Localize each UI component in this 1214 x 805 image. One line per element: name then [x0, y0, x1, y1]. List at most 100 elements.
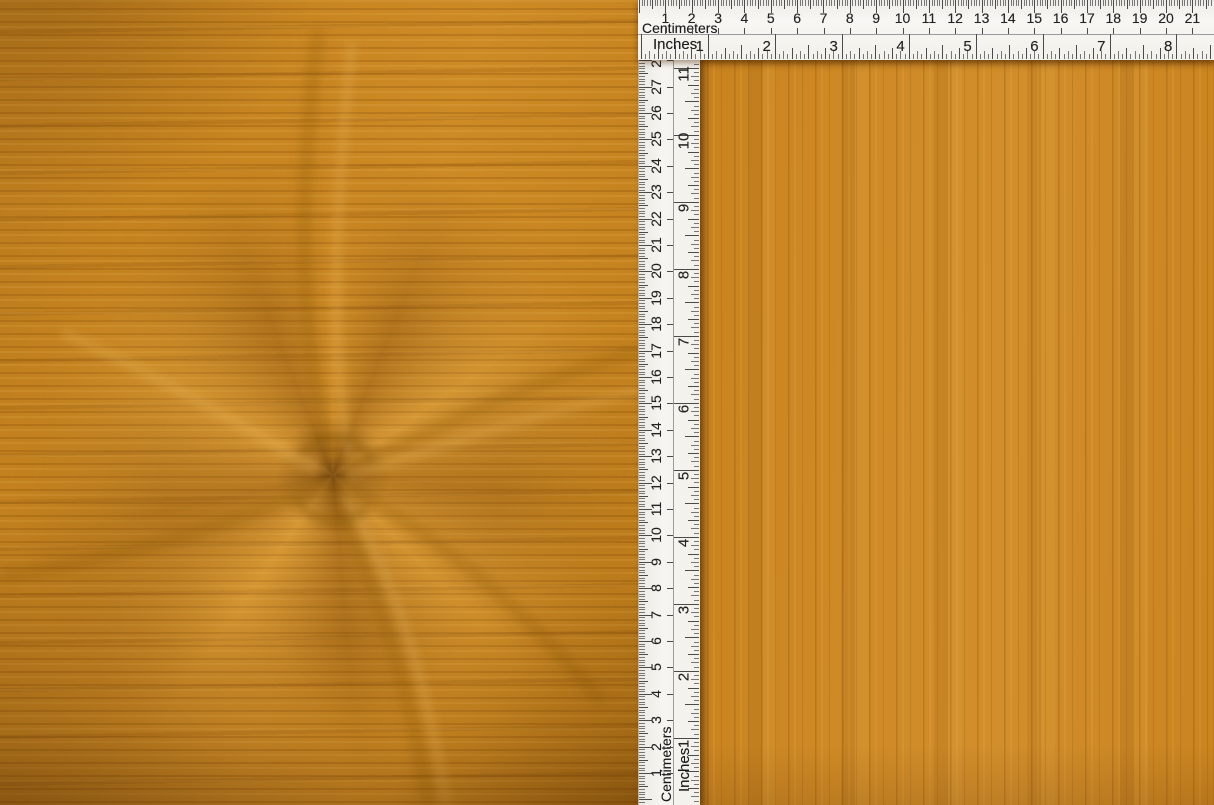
sixteenth-inch-tick: [693, 97, 699, 99]
cm-number: 19: [1131, 10, 1148, 26]
sixteenth-inch-tick: [693, 641, 699, 643]
centimeter-subtick: [667, 641, 673, 642]
sixteenth-inch-tick: [693, 775, 699, 777]
sixteenth-inch-tick: [693, 591, 699, 593]
millimeter-tick: [852, 0, 854, 6]
millimeter-tick: [639, 89, 645, 91]
cm-number: 4: [648, 689, 664, 698]
sixteenth-inch-tick: [728, 53, 730, 59]
sixteenth-inch-tick: [693, 557, 699, 559]
millimeter-tick: [673, 0, 675, 6]
millimeter-tick: [910, 0, 912, 6]
sixteenth-inch-tick: [862, 53, 864, 59]
millimeter-tick: [639, 70, 645, 72]
sixteenth-inch-tick: [693, 122, 699, 124]
sixteenth-inch-tick: [693, 440, 699, 442]
centimeter-subtick: [744, 28, 746, 34]
half-centimeter-tick: [639, 443, 648, 444]
sixteenth-inch-tick: [787, 53, 789, 59]
sixteenth-inch-tick: [693, 716, 699, 718]
millimeter-tick: [639, 501, 645, 503]
millimeter-tick: [639, 65, 645, 67]
vertical-ruler: Centimeters Inches 1 2 3 4 5 6 7 8 9 10 11 12 13 14 15…: [638, 0, 700, 805]
millimeter-tick: [1195, 0, 1196, 6]
millimeter-tick: [639, 326, 645, 328]
millimeter-tick: [1026, 0, 1028, 6]
cm-number: 6: [648, 637, 664, 645]
millimeter-tick: [639, 717, 645, 719]
millimeter-tick: [952, 0, 954, 6]
sixteenth-inch-tick: [693, 340, 699, 341]
millimeter-tick: [639, 128, 645, 130]
millimeter-tick: [639, 316, 645, 318]
sixteenth-inch-tick: [1155, 53, 1157, 59]
millimeter-tick: [1171, 0, 1173, 6]
quarter-inch-tick: [657, 48, 659, 59]
millimeter-tick: [992, 0, 994, 6]
eighth-inch-tick: [733, 51, 734, 59]
quarter-inch-tick: [688, 553, 699, 555]
millimeter-tick: [639, 691, 645, 693]
millimeter-tick: [639, 794, 645, 796]
millimeter-tick: [697, 0, 698, 6]
millimeter-tick: [963, 0, 965, 6]
inch-number: 6: [1030, 38, 1039, 55]
millimeter-tick: [870, 0, 872, 6]
quarter-inch-tick: [758, 48, 760, 59]
sixteenth-inch-tick: [693, 499, 699, 501]
centimeter-subtick: [667, 245, 673, 246]
millimeter-tick: [712, 0, 714, 6]
sixteenth-inch-tick: [693, 750, 699, 752]
millimeter-tick: [778, 0, 780, 6]
centimeter-subtick: [667, 746, 673, 748]
vertical-ruler-centimeters-label: Centimeters: [658, 726, 674, 802]
millimeter-tick: [639, 606, 645, 608]
sixteenth-inch-tick: [693, 273, 699, 274]
millimeter-tick: [639, 477, 645, 479]
cm-number: 9: [872, 10, 881, 26]
millimeter-tick: [1155, 0, 1157, 6]
millimeter-tick: [639, 685, 645, 687]
millimeter-tick: [639, 582, 645, 584]
millimeter-tick: [657, 0, 659, 6]
inch-number: 7: [675, 337, 693, 346]
millimeter-tick: [639, 754, 645, 756]
sixteenth-inch-tick: [812, 53, 814, 59]
millimeter-tick: [668, 0, 669, 6]
centimeter-subtick: [667, 720, 673, 722]
half-inch-tick: [685, 168, 699, 170]
sixteenth-inch-tick: [693, 147, 699, 149]
millimeter-tick: [639, 741, 645, 743]
millimeter-tick: [639, 744, 645, 745]
centimeter-subtick: [667, 350, 673, 352]
half-centimeter-tick: [1152, 0, 1154, 9]
millimeter-tick: [639, 480, 645, 481]
sixteenth-inch-tick: [693, 708, 699, 710]
cm-number: 23: [648, 184, 664, 200]
centimeter-tick: [639, 0, 640, 13]
quarter-inch-tick: [688, 84, 699, 86]
eighth-inch-tick: [691, 360, 699, 362]
inch-number: 10: [675, 132, 693, 150]
sixteenth-inch-tick: [737, 53, 739, 59]
quarter-inch-tick: [688, 386, 699, 387]
millimeter-tick: [639, 221, 645, 223]
millimeter-tick: [1158, 0, 1160, 6]
half-centimeter-tick: [639, 390, 648, 392]
millimeter-tick: [639, 263, 645, 265]
cm-number: 14: [648, 422, 664, 438]
sixteenth-inch-tick: [693, 348, 699, 350]
centimeter-subtick: [667, 588, 673, 590]
cm-number: 17: [1079, 10, 1095, 26]
millimeter-tick: [949, 0, 951, 6]
millimeter-tick: [639, 643, 645, 645]
millimeter-tick: [639, 670, 645, 671]
millimeter-tick: [639, 736, 645, 737]
inch-number: 4: [675, 538, 693, 547]
eighth-inch-tick: [1050, 51, 1052, 59]
sixteenth-inch-tick: [693, 599, 699, 601]
centimeter-subtick: [902, 28, 904, 34]
millimeter-tick: [639, 712, 645, 714]
millimeter-tick: [944, 0, 946, 6]
half-centimeter-tick: [783, 0, 785, 9]
